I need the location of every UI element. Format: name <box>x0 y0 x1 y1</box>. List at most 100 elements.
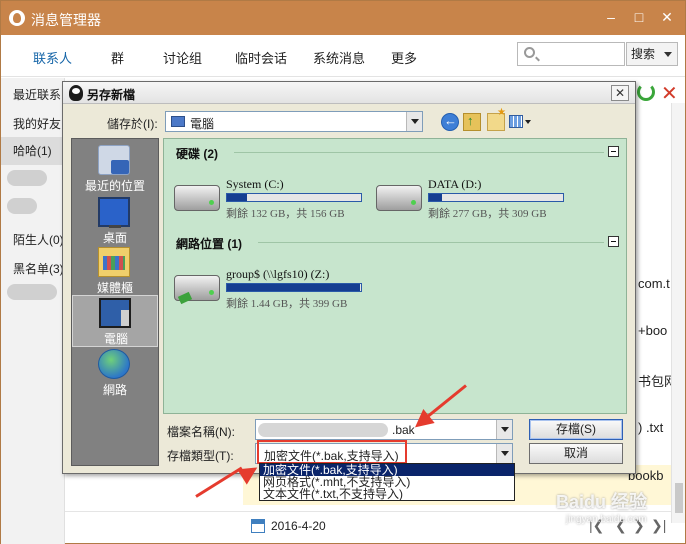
chevron-down-icon[interactable] <box>496 420 512 439</box>
collapse-icon[interactable] <box>608 146 619 157</box>
dialog-close-button[interactable]: ✕ <box>611 85 629 101</box>
search-input[interactable] <box>517 42 625 66</box>
last-page-icon[interactable]: ❯| <box>651 517 666 534</box>
drive-size: 剩餘 1.44 GB，共 399 GB <box>226 298 348 310</box>
watermark-text: Baidu 经验 <box>556 492 648 512</box>
computer-icon <box>171 116 185 127</box>
minimize-icon[interactable]: – <box>603 9 619 25</box>
up-folder-icon[interactable] <box>463 113 481 131</box>
network-globe-icon <box>98 349 130 379</box>
drive-name: System (C:) <box>226 177 284 191</box>
back-icon[interactable] <box>441 113 459 131</box>
message-fragment: com.t <box>638 276 670 291</box>
computer-icon <box>99 298 131 328</box>
hard-drive-icon <box>174 185 220 211</box>
collapse-icon[interactable] <box>608 236 619 247</box>
blurred-contact[interactable] <box>7 284 57 300</box>
search-button[interactable]: 搜索 <box>626 42 678 66</box>
filetype-label: 存檔類型(T): <box>167 449 234 463</box>
message-tools: ✕ <box>637 83 681 105</box>
contacts-sidebar: 最近联系 我的好友 哈哈(1) 陌生人(0) 黑名单(3) <box>1 78 65 544</box>
filename-field[interactable]: .bak <box>255 419 513 440</box>
calendar-icon[interactable] <box>251 519 265 533</box>
sidebar-item-selected[interactable]: 哈哈(1) <box>1 137 65 165</box>
view-menu-button[interactable] <box>509 113 533 131</box>
dialog-title: 另存新檔 <box>87 88 136 102</box>
drive-z[interactable]: group$ (\\lgfs10) (Z:) 剩餘 1.44 GB，共 399 … <box>174 267 374 310</box>
blurred-filename <box>258 423 388 437</box>
desktop-icon <box>98 197 130 228</box>
place-label: 網路 <box>102 383 127 397</box>
tab-more[interactable]: 更多 <box>391 48 417 67</box>
drive-usage-bar <box>428 193 564 202</box>
place-computer[interactable]: 電腦 <box>72 295 158 347</box>
drive-usage-fill <box>227 194 248 201</box>
drive-name: group$ (\\lgfs10) (Z:) <box>226 267 330 281</box>
maximize-icon[interactable]: □ <box>631 9 647 25</box>
filetype-options-list: 加密文件(*.bak,支持导入) 网页格式(*.mht,不支持导入) 文本文件(… <box>259 463 515 501</box>
sidebar-item-blacklist[interactable]: 黑名单(3) <box>13 260 64 277</box>
date-filter[interactable]: 2016-4-20 <box>271 519 326 533</box>
blurred-contact[interactable] <box>7 170 47 186</box>
sidebar-item-friends[interactable]: 我的好友 <box>13 115 61 132</box>
drive-name: DATA (D:) <box>428 177 482 191</box>
tab-contacts[interactable]: 联系人 <box>33 48 72 67</box>
tab-discussions[interactable]: 讨论组 <box>163 48 202 67</box>
chevron-down-icon[interactable] <box>406 112 422 131</box>
drive-usage-bar <box>226 283 362 292</box>
search-icon <box>524 47 535 58</box>
tab-system-messages[interactable]: 系统消息 <box>313 48 365 67</box>
message-scrollbar[interactable] <box>671 103 685 523</box>
view-grid-icon <box>509 115 523 128</box>
watermark-url: jingyan.baidu.com <box>566 514 647 525</box>
save-as-dialog: 另存新檔 ✕ 儲存於(I): 電腦 最近的位置 桌面 媒體櫃 電腦 <box>62 81 636 474</box>
title-bar: 消息管理器 – □ ✕ <box>1 1 685 35</box>
group-title-network: 網路位置 (1) <box>176 237 243 251</box>
save-in-label: 儲存於(I): <box>107 117 158 131</box>
message-fragment: ) .txt <box>638 420 664 435</box>
chevron-down-icon[interactable] <box>496 444 512 463</box>
new-folder-icon[interactable] <box>487 107 506 131</box>
baidu-watermark: Baidu 经验 jingyan.baidu.com <box>556 488 648 525</box>
sidebar-item-strangers[interactable]: 陌生人(0) <box>13 231 64 248</box>
library-icon <box>98 247 130 277</box>
place-network[interactable]: 網路 <box>72 347 158 399</box>
scrollbar-thumb[interactable] <box>675 483 683 513</box>
drive-size: 剩餘 132 GB，共 156 GB <box>226 208 345 220</box>
place-label: 媒體櫃 <box>96 281 133 295</box>
filename-value: .bak <box>392 423 415 437</box>
nav-tabs: 联系人 群 讨论组 临时会话 系统消息 更多 搜索 <box>1 35 685 77</box>
cancel-button[interactable]: 取消 <box>529 443 623 464</box>
place-recent[interactable]: 最近的位置 <box>72 143 158 195</box>
filetype-option[interactable]: 文本文件(*.txt,不支持导入) <box>260 488 514 500</box>
message-fragment: +boo <box>638 323 668 338</box>
save-in-dropdown[interactable]: 電腦 <box>165 111 423 132</box>
recent-places-icon <box>98 145 130 175</box>
network-drive-icon <box>174 275 220 301</box>
place-library[interactable]: 媒體櫃 <box>72 245 158 297</box>
place-desktop[interactable]: 桌面 <box>72 195 158 247</box>
blurred-contact[interactable] <box>7 198 37 214</box>
drive-usage-bar <box>226 193 362 202</box>
save-button[interactable]: 存檔(S) <box>529 419 623 440</box>
annotation-highlight-box <box>257 440 407 464</box>
group-title-hdd: 硬碟 (2) <box>176 147 219 161</box>
place-label: 電腦 <box>103 332 128 346</box>
refresh-icon[interactable] <box>637 83 655 101</box>
chevron-down-icon <box>664 52 672 57</box>
place-label: 最近的位置 <box>84 179 145 193</box>
filename-label: 檔案名稱(N): <box>167 425 235 439</box>
sidebar-item-recent[interactable]: 最近联系 <box>13 86 61 103</box>
group-divider <box>258 242 604 243</box>
place-label: 桌面 <box>102 231 127 245</box>
drive-d[interactable]: DATA (D:) 剩餘 277 GB，共 309 GB <box>376 177 576 220</box>
window-title: 消息管理器 <box>31 12 101 28</box>
tab-temp-chat[interactable]: 临时会话 <box>235 48 287 67</box>
drive-usage-fill <box>429 194 443 201</box>
qq-logo-icon <box>9 10 25 26</box>
drive-c[interactable]: System (C:) 剩餘 132 GB，共 156 GB <box>174 177 374 220</box>
close-icon[interactable]: ✕ <box>659 9 675 25</box>
group-divider <box>234 152 604 153</box>
tab-groups[interactable]: 群 <box>111 48 124 67</box>
drive-size: 剩餘 277 GB，共 309 GB <box>428 208 547 220</box>
